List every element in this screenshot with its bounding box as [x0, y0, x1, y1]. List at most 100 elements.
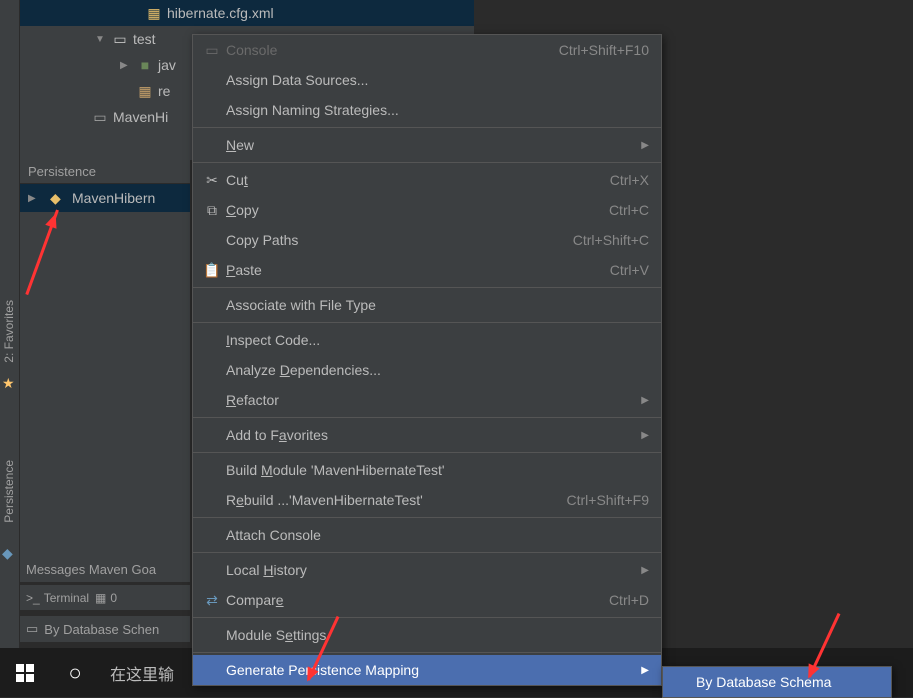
context-menu[interactable]: ▭ Console Ctrl+Shift+F10 Assign Data Sou…	[192, 34, 662, 686]
menu-assign-data-sources[interactable]: Assign Data Sources...	[193, 65, 661, 95]
menu-shortcut: Ctrl+D	[609, 592, 649, 608]
tree-item-hibernate-cfg[interactable]: ▦ hibernate.cfg.xml	[20, 0, 474, 26]
cut-icon: ✂	[201, 172, 223, 189]
star-icon: ★	[2, 375, 15, 392]
menu-label: Build Module 'MavenHibernateTest'	[226, 462, 649, 478]
submenu-arrow-icon: ▶	[641, 140, 649, 151]
menu-shortcut: Ctrl+C	[609, 202, 649, 218]
menu-separator	[193, 452, 661, 453]
expander-icon[interactable]: ▶	[120, 60, 136, 71]
persistence-panel[interactable]: Persistence ▶ MavenHibern	[20, 160, 190, 560]
menu-copy[interactable]: ⧉ Copy Ctrl+C	[193, 195, 661, 225]
persistence-tool-button[interactable]: Persistence	[2, 460, 16, 523]
folder-icon: ▭	[111, 31, 129, 48]
menu-associate-file-type[interactable]: Associate with File Type	[193, 290, 661, 320]
bottom-tabs[interactable]: >_ Terminal ▦ 0	[20, 584, 190, 610]
menu-separator	[193, 127, 661, 128]
menu-label: Copy Paths	[226, 232, 573, 248]
menu-local-history[interactable]: Local History ▶	[193, 555, 661, 585]
menu-attach-console[interactable]: Attach Console	[193, 520, 661, 550]
menu-separator	[193, 417, 661, 418]
menu-compare[interactable]: ⇄ Compare Ctrl+D	[193, 585, 661, 615]
menu-label: Analyze Dependencies...	[226, 362, 649, 378]
menu-label: Assign Data Sources...	[226, 72, 649, 88]
file-tab-label: 0	[110, 591, 117, 605]
menu-inspect-code[interactable]: Inspect Code...	[193, 325, 661, 355]
terminal-icon: >_	[26, 591, 40, 605]
terminal-tab[interactable]: >_ Terminal	[26, 591, 89, 605]
menu-separator	[193, 652, 661, 653]
menu-label: Assign Naming Strategies...	[226, 102, 649, 118]
panel-header: Persistence	[20, 160, 190, 184]
windows-icon	[16, 664, 34, 682]
favorites-tool-button[interactable]: 2: Favorites	[2, 300, 16, 363]
tree-item-label: MavenHi	[113, 109, 168, 125]
menu-shortcut: Ctrl+Shift+F9	[567, 492, 649, 508]
status-text: By Database Schen	[44, 622, 159, 637]
menu-refactor[interactable]: Refactor ▶	[193, 385, 661, 415]
tree-item-label: jav	[158, 57, 176, 73]
menu-build-module[interactable]: Build Module 'MavenHibernateTest'	[193, 455, 661, 485]
menu-copy-paths[interactable]: Copy Paths Ctrl+Shift+C	[193, 225, 661, 255]
file-tab[interactable]: ▦ 0	[95, 591, 117, 605]
menu-module-settings[interactable]: Module Settings	[193, 620, 661, 650]
expander-icon[interactable]: ▶	[28, 193, 44, 204]
menu-separator	[193, 552, 661, 553]
menu-analyze-dependencies[interactable]: Analyze Dependencies...	[193, 355, 661, 385]
cortana-button[interactable]: ○	[50, 648, 100, 697]
menu-label: Module Settings	[226, 627, 649, 643]
menu-rebuild-module[interactable]: Rebuild ...'MavenHibernateTest' Ctrl+Shi…	[193, 485, 661, 515]
menu-shortcut: Ctrl+V	[610, 262, 649, 278]
tool-window-stripe[interactable]: 2: Favorites ★ Persistence ◆	[0, 0, 20, 697]
search-box[interactable]: 在这里输	[100, 661, 184, 685]
menu-new[interactable]: New ▶	[193, 130, 661, 160]
menu-cut[interactable]: ✂ Cut Ctrl+X	[193, 165, 661, 195]
menu-shortcut: Ctrl+X	[610, 172, 649, 188]
menu-label: Copy	[226, 202, 609, 218]
terminal-label: Terminal	[44, 591, 89, 605]
menu-generate-persistence-mapping[interactable]: Generate Persistence Mapping ▶	[193, 655, 661, 685]
persistence-item-label: MavenHibern	[72, 190, 155, 206]
menu-label: New	[226, 137, 631, 153]
submenu-arrow-icon: ▶	[641, 565, 649, 576]
menu-separator	[193, 517, 661, 518]
menu-assign-naming[interactable]: Assign Naming Strategies...	[193, 95, 661, 125]
module-icon: ▭	[91, 109, 109, 126]
java-folder-icon: ■	[136, 57, 154, 73]
tree-item-label: re	[158, 83, 170, 99]
menu-separator	[193, 617, 661, 618]
persistence-icon: ◆	[2, 545, 13, 562]
compare-icon: ⇄	[201, 592, 223, 609]
submenu-by-database-schema[interactable]: By Database Schema	[663, 667, 891, 697]
start-button[interactable]	[0, 648, 50, 697]
submenu-arrow-icon: ▶	[641, 665, 649, 676]
menu-label: Rebuild ...'MavenHibernateTest'	[226, 492, 567, 508]
menu-label: Refactor	[226, 392, 631, 408]
generate-mapping-submenu[interactable]: By Database Schema	[662, 666, 892, 698]
menu-separator	[193, 162, 661, 163]
submenu-label: By Database Schema	[696, 674, 879, 690]
submenu-arrow-icon: ▶	[641, 430, 649, 441]
paste-icon: 📋	[201, 262, 223, 279]
menu-shortcut: Ctrl+Shift+C	[573, 232, 649, 248]
tree-item-label: test	[133, 31, 156, 47]
status-bar: ▭ By Database Schen	[20, 616, 190, 642]
menu-label: Associate with File Type	[226, 297, 649, 313]
status-icon: ▭	[26, 621, 38, 637]
copy-icon: ⧉	[201, 202, 223, 219]
file-icon: ▦	[95, 591, 106, 605]
menu-console: ▭ Console Ctrl+Shift+F10	[193, 35, 661, 65]
menu-shortcut: Ctrl+Shift+F10	[559, 42, 649, 58]
menu-label: Paste	[226, 262, 610, 278]
submenu-arrow-icon: ▶	[641, 395, 649, 406]
persistence-project-item[interactable]: ▶ MavenHibern	[20, 184, 190, 212]
persistence-unit-icon	[50, 190, 66, 206]
menu-add-favorites[interactable]: Add to Favorites ▶	[193, 420, 661, 450]
resources-folder-icon: ▦	[136, 83, 154, 100]
expander-icon[interactable]: ▼	[95, 34, 111, 45]
menu-label: Inspect Code...	[226, 332, 649, 348]
menu-paste[interactable]: 📋 Paste Ctrl+V	[193, 255, 661, 285]
menu-separator	[193, 322, 661, 323]
messages-bar[interactable]: Messages Maven Goa	[20, 556, 190, 582]
menu-separator	[193, 287, 661, 288]
